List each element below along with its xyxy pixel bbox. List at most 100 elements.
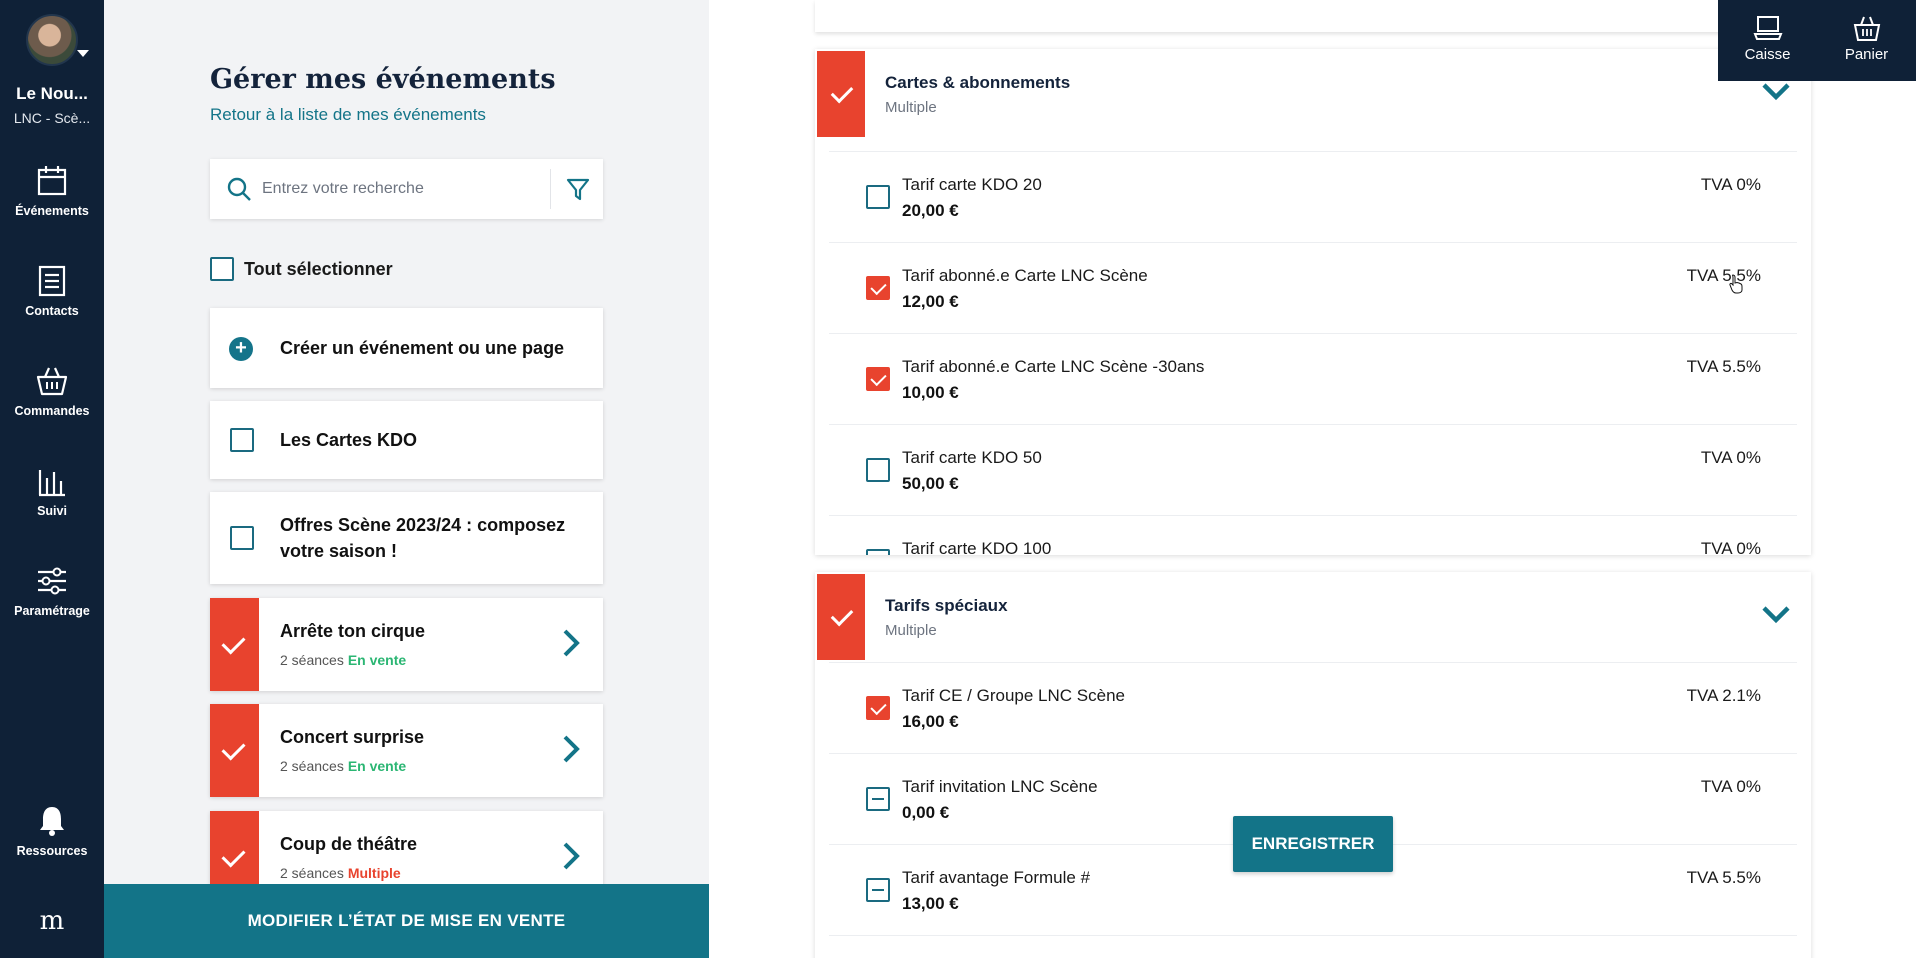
page-title: Gérer mes événements [210, 64, 556, 95]
bell-icon [40, 807, 64, 836]
tarif-row[interactable]: Tarif carte KDO 50 50,00 € TVA 0% [829, 425, 1797, 516]
event-checked-marker[interactable] [210, 598, 259, 691]
tarif-name: Tarif abonné.e Carte LNC Scène [902, 266, 1148, 285]
event-title-line: Offres Scène 2023/24 : composez [280, 515, 566, 535]
save-button[interactable]: ENREGISTRER [1233, 816, 1393, 872]
tarif-name: Tarif carte KDO 100 [902, 539, 1052, 555]
nav-item-commandes[interactable]: Commandes [0, 364, 104, 418]
nav-item-contacts[interactable]: Contacts [0, 264, 104, 318]
select-all-label: Tout sélectionner [244, 258, 393, 279]
select-all-checkbox[interactable] [210, 257, 234, 281]
register-icon [1753, 16, 1782, 40]
divider [550, 169, 551, 209]
chevron-right-icon[interactable] [561, 734, 581, 764]
tarif-name: Tarif carte KDO 20 [902, 175, 1042, 194]
group-subtitle: Multiple [885, 99, 937, 116]
event-title: Arrête ton cirque [280, 621, 426, 641]
tarif-price: 0,00 € [902, 803, 950, 822]
previous-panel-edge [815, 0, 1811, 32]
event-checkbox[interactable] [230, 428, 254, 452]
event-meta: 2 séances En vente [280, 758, 406, 774]
org-name: Le Nou... [16, 84, 88, 103]
main-nav: Le Nou... LNC - Scè... Événements Contac… [0, 0, 104, 958]
event-checked-marker[interactable] [210, 704, 259, 797]
modify-sale-state-button[interactable]: MODIFIER L’ÉTAT DE MISE EN VENTE [104, 884, 709, 958]
event-status: En vente [347, 758, 407, 774]
tarif-price: 16,00 € [902, 712, 959, 731]
tarif-row[interactable]: Tarif carte KDO 100 TVA 0% [829, 516, 1797, 555]
tarif-checkbox[interactable] [866, 185, 890, 209]
event-card[interactable]: Offres Scène 2023/24 : composez votre sa… [210, 492, 603, 584]
caisse-button[interactable]: Caisse [1718, 14, 1817, 63]
tarif-tva: TVA 2.1% [1686, 686, 1761, 705]
panier-button[interactable]: Panier [1817, 14, 1916, 63]
tarif-group-panel: Cartes & abonnements Multiple Tarif cart… [815, 49, 1811, 555]
nav-label: Suivi [37, 504, 67, 518]
panier-label: Panier [1844, 46, 1889, 63]
tarif-price: 12,00 € [902, 292, 959, 311]
tarif-row[interactable]: Tarif carte KDO 20 20,00 € TVA 0% [829, 152, 1797, 243]
event-status: En vente [347, 652, 407, 668]
back-to-events-link[interactable]: Retour à la liste de mes événements [210, 105, 486, 125]
tarif-checkbox[interactable] [866, 367, 890, 391]
tarif-checkbox[interactable] [866, 458, 890, 482]
basket-icon [1853, 16, 1880, 41]
chevron-down-icon[interactable] [1761, 81, 1791, 101]
calendar-icon [37, 166, 67, 196]
hand-cursor-icon [1729, 274, 1743, 294]
tarif-tva: TVA 0% [1700, 175, 1761, 194]
events-panel: Gérer mes événements Retour à la liste d… [104, 0, 709, 958]
search-input[interactable] [262, 173, 532, 205]
tarif-tva: TVA 5.5% [1686, 266, 1761, 285]
tarif-price: 20,00 € [902, 201, 959, 220]
chevron-down-icon[interactable] [1761, 604, 1791, 624]
group-checked-marker[interactable] [817, 51, 865, 137]
tarif-tva: TVA 5.5% [1686, 868, 1761, 887]
nav-label: Ressources [16, 844, 88, 858]
plus-icon: + [229, 337, 253, 361]
chevron-right-icon[interactable] [561, 628, 581, 658]
create-event-label: Créer un événement ou une page [280, 338, 565, 358]
tarif-name: Tarif invitation LNC Scène [902, 777, 1098, 796]
event-sessions: 2 séances [280, 758, 344, 774]
brand-logo: m [39, 906, 65, 936]
tarif-checkbox[interactable] [866, 878, 890, 902]
tarif-name: Tarif CE / Groupe LNC Scène [902, 686, 1125, 705]
tarif-checkbox[interactable] [866, 787, 890, 811]
caret-down-icon[interactable] [77, 50, 89, 57]
nav-item-suivi[interactable]: Suivi [0, 464, 104, 518]
event-card[interactable]: Arrête ton cirque 2 séances En vente [210, 598, 603, 691]
quick-actions-bar: Caisse Panier [1718, 0, 1916, 81]
tarif-price: 10,00 € [902, 383, 959, 402]
event-meta: 2 séances Multiple [280, 865, 401, 881]
filter-icon[interactable] [564, 175, 592, 203]
group-checked-marker[interactable] [817, 574, 865, 660]
tarif-checkbox[interactable] [866, 549, 890, 555]
event-card[interactable]: Concert surprise 2 séances En vente [210, 704, 603, 797]
org-subtitle: LNC - Scè... [13, 110, 91, 126]
contacts-icon [38, 265, 66, 297]
nav-item-evenements[interactable]: Événements [0, 164, 104, 218]
chevron-right-icon[interactable] [561, 841, 581, 871]
tarif-row[interactable]: Tarif abonné.e Carte LNC Scène -30ans 10… [829, 334, 1797, 425]
tarif-row[interactable]: Tarif abonné.e Carte LNC Scène 12,00 € T… [829, 243, 1797, 334]
nav-label: Événements [15, 204, 89, 218]
group-subtitle: Multiple [885, 622, 937, 639]
event-title-line: votre saison ! [280, 541, 398, 561]
nav-item-parametrage[interactable]: Paramétrage [0, 564, 104, 618]
tarif-row[interactable]: Tarif CE / Groupe LNC Scène 16,00 € TVA … [829, 663, 1797, 754]
nav-label: Contacts [25, 304, 79, 318]
avatar[interactable] [26, 14, 78, 66]
tarifs-area: Cartes & abonnements Multiple Tarif cart… [709, 0, 1916, 958]
event-title: Les Cartes KDO [280, 430, 418, 450]
event-checkbox[interactable] [230, 526, 254, 550]
select-all[interactable]: Tout sélectionner [210, 257, 393, 283]
tarif-checkbox[interactable] [866, 696, 890, 720]
tarif-name: Tarif carte KDO 50 [902, 448, 1042, 467]
event-card[interactable]: Les Cartes KDO [210, 401, 603, 479]
event-title: Concert surprise [280, 727, 425, 747]
create-event-card[interactable]: + Créer un événement ou une page [210, 308, 603, 388]
tarif-tva: TVA 5.5% [1686, 357, 1761, 376]
tarif-checkbox[interactable] [866, 276, 890, 300]
nav-item-ressources[interactable]: Ressources [0, 804, 104, 858]
